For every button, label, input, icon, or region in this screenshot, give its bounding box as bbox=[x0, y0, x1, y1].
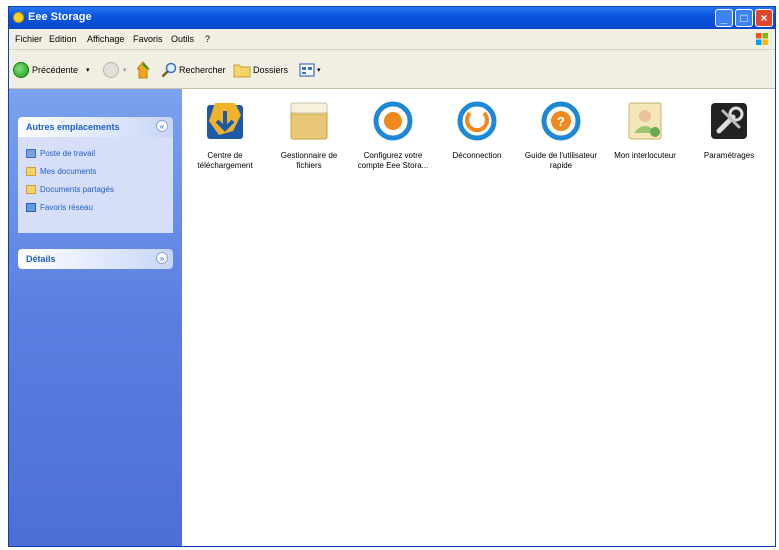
collapse-icon[interactable]: « bbox=[156, 120, 168, 132]
file-manager-icon bbox=[290, 102, 328, 140]
folder-icon bbox=[233, 64, 251, 78]
search-icon bbox=[161, 62, 177, 78]
item-label: Déconnection bbox=[452, 151, 502, 160]
back-arrow-icon bbox=[13, 62, 29, 78]
chevron-down-icon: ▾ bbox=[317, 67, 321, 74]
menu-bar: Fichier Edition Affichage Favoris Outils… bbox=[9, 29, 775, 50]
link-label: Documents partagés bbox=[40, 185, 114, 194]
documents-folder-icon bbox=[26, 167, 36, 176]
menu-help[interactable]: ? bbox=[205, 34, 210, 44]
link-favoris-reseau[interactable]: Favoris réseau bbox=[26, 203, 93, 212]
chevron-down-icon: ▾ bbox=[123, 67, 127, 74]
item-label: Gestionnaire de fichiers bbox=[280, 151, 338, 170]
search-label: Rechercher bbox=[179, 65, 226, 75]
svg-text:?: ? bbox=[557, 114, 565, 129]
up-folder-button[interactable] bbox=[137, 60, 151, 80]
item-quick-guide[interactable]: ? Guide de l'utilisateur rapide bbox=[523, 101, 599, 171]
item-file-manager[interactable]: Gestionnaire de fichiers bbox=[271, 101, 347, 171]
forward-arrow-icon bbox=[103, 62, 119, 78]
menu-favoris[interactable]: Favoris bbox=[133, 34, 163, 44]
item-label: Configurez votre compte Eee Stora... bbox=[357, 151, 429, 170]
menu-outils[interactable]: Outils bbox=[171, 34, 194, 44]
up-arrow-icon bbox=[137, 61, 151, 79]
other-places-panel: Poste de travail Mes documents Documents… bbox=[18, 137, 173, 233]
back-label: Précédente bbox=[32, 65, 79, 75]
task-pane: Autres emplacements « Poste de travail M… bbox=[9, 89, 182, 546]
item-download-center[interactable]: Centre de téléchargement bbox=[187, 101, 263, 171]
item-label: Guide de l'utilisateur rapide bbox=[524, 151, 598, 170]
window-title: Eee Storage bbox=[28, 11, 92, 23]
details-header[interactable]: Détails » bbox=[18, 249, 173, 269]
item-settings[interactable]: Paramétrages bbox=[691, 101, 767, 161]
link-poste-de-travail[interactable]: Poste de travail bbox=[26, 149, 95, 158]
other-places-title: Autres emplacements bbox=[26, 122, 120, 132]
windows-logo-icon bbox=[756, 33, 768, 45]
item-disconnect[interactable]: Déconnection bbox=[439, 101, 515, 161]
item-label: Paramétrages bbox=[703, 151, 755, 160]
toolbar: Précédente ▾ ▾ Rechercher Dossiers ▾ bbox=[9, 50, 775, 89]
item-label: Centre de téléchargement bbox=[197, 151, 253, 170]
settings-icon bbox=[711, 103, 747, 139]
download-center-icon bbox=[207, 103, 243, 139]
link-label: Mes documents bbox=[40, 167, 97, 176]
link-mes-documents[interactable]: Mes documents bbox=[26, 167, 96, 176]
link-documents-partages[interactable]: Documents partagés bbox=[26, 185, 114, 194]
content-area: Centre de téléchargement Gestionnaire de… bbox=[183, 89, 775, 546]
other-places-header[interactable]: Autres emplacements « bbox=[18, 117, 173, 137]
details-title: Détails bbox=[26, 254, 56, 264]
network-icon bbox=[26, 203, 36, 212]
app-icon bbox=[13, 12, 24, 23]
maximize-button[interactable]: □ bbox=[735, 9, 753, 27]
views-button[interactable]: ▾ bbox=[299, 60, 321, 80]
views-icon bbox=[299, 63, 315, 77]
link-label: Favoris réseau bbox=[40, 203, 93, 212]
contact-icon bbox=[628, 102, 662, 140]
computer-icon bbox=[26, 149, 36, 158]
item-contact[interactable]: Mon interlocuteur bbox=[607, 101, 683, 161]
forward-button[interactable]: ▾ bbox=[103, 60, 127, 80]
menu-edition[interactable]: Edition bbox=[49, 34, 77, 44]
close-button[interactable]: × bbox=[755, 9, 773, 27]
folders-label: Dossiers bbox=[253, 65, 289, 75]
back-button[interactable]: Précédente ▾ bbox=[13, 60, 90, 80]
configure-account-icon bbox=[373, 101, 413, 141]
item-configure-account[interactable]: Configurez votre compte Eee Stora... bbox=[355, 101, 431, 171]
item-label: Mon interlocuteur bbox=[614, 151, 676, 160]
shared-folder-icon bbox=[26, 185, 36, 194]
menu-affichage[interactable]: Affichage bbox=[87, 34, 124, 44]
chevron-down-icon: ▾ bbox=[86, 67, 90, 74]
disconnect-icon bbox=[457, 101, 497, 141]
search-button[interactable]: Rechercher bbox=[161, 60, 226, 80]
explorer-window: Eee Storage _ □ × Fichier Edition Affich… bbox=[8, 6, 776, 547]
folders-button[interactable]: Dossiers bbox=[233, 60, 288, 80]
minimize-button[interactable]: _ bbox=[715, 9, 733, 27]
link-label: Poste de travail bbox=[40, 149, 96, 158]
menu-fichier[interactable]: Fichier bbox=[15, 34, 42, 44]
quick-guide-icon: ? bbox=[541, 101, 581, 141]
expand-icon[interactable]: » bbox=[156, 252, 168, 264]
title-bar[interactable]: Eee Storage _ □ × bbox=[9, 7, 775, 29]
